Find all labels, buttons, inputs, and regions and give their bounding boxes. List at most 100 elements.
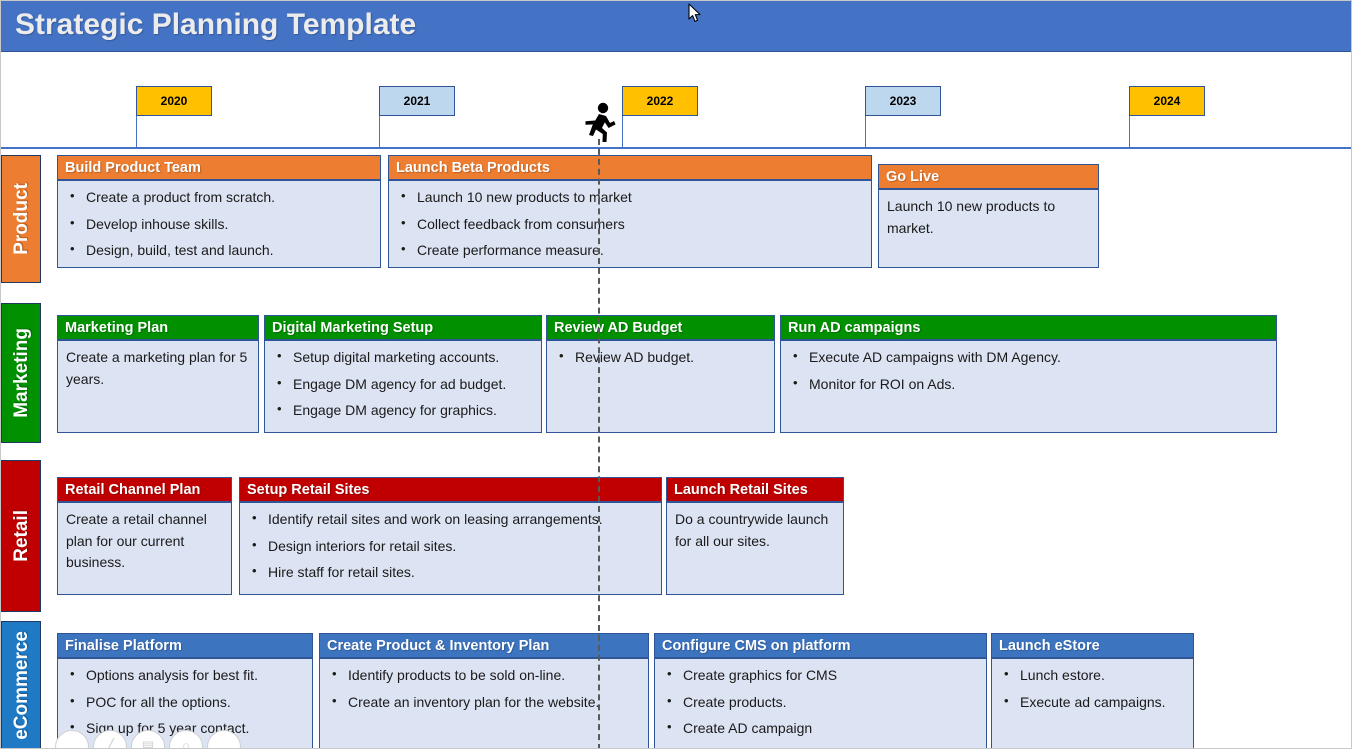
task-bullet-item: Setup digital marketing accounts. xyxy=(277,346,533,369)
task-card-body: Identify retail sites and work on leasin… xyxy=(240,503,661,593)
task-card-title: Launch eStore xyxy=(992,634,1193,659)
task-card-title: Create Product & Inventory Plan xyxy=(320,634,648,659)
task-bullet-item: Design interiors for retail sites. xyxy=(252,535,653,558)
lane-label-text: Retail xyxy=(10,510,32,562)
task-card-body: Create a retail channel plan for our cur… xyxy=(58,503,231,578)
swimlane-retail: Retail Retail Channel Plan Create a retail… xyxy=(1,460,1351,612)
lane-label-ecommerce[interactable]: eCommerce xyxy=(1,621,41,748)
task-card-title: Go Live xyxy=(879,165,1098,190)
task-card-title: Run AD campaigns xyxy=(781,316,1276,341)
task-bullet-item: Identify retail sites and work on leasin… xyxy=(252,508,653,531)
task-bullet-item: Design, build, test and launch. xyxy=(70,239,372,262)
task-card-body: Do a countrywide launch for all our site… xyxy=(667,503,843,556)
task-card[interactable]: Launch Beta Products Launch 10 new produc… xyxy=(388,155,872,268)
task-bullet-item: Collect feedback from consumers xyxy=(401,213,863,236)
task-bullet-list: Execute AD campaigns with DM Agency. Moni… xyxy=(787,346,1268,396)
task-card[interactable]: Run AD campaigns Execute AD campaigns wit… xyxy=(780,315,1277,433)
task-card-title: Build Product Team xyxy=(58,156,380,181)
swimlane-marketing: Marketing Marketing Plan Create a marketin… xyxy=(1,303,1351,443)
task-card-body: Review AD budget. xyxy=(547,341,774,378)
task-card-title: Digital Marketing Setup xyxy=(265,316,541,341)
task-card-title: Configure CMS on platform xyxy=(655,634,986,659)
task-card-body: Create a product from scratch. Develop in… xyxy=(58,181,380,267)
pen-tool-icon-glyph: ╱ xyxy=(106,738,114,749)
task-bullet-item: Lunch estore. xyxy=(1004,664,1185,687)
task-bullet-item: Execute AD campaigns with DM Agency. xyxy=(793,346,1268,369)
task-bullet-item: Create an inventory plan for the website… xyxy=(332,691,640,714)
task-bullet-item: POC for all the options. xyxy=(70,691,304,714)
task-card[interactable]: Create Product & Inventory Plan Identify … xyxy=(319,633,649,748)
task-card-body: Identify products to be sold on-line. Cre… xyxy=(320,659,648,722)
task-bullet-list: Identify retail sites and work on leasin… xyxy=(246,508,653,584)
task-card[interactable]: Marketing Plan Create a marketing plan fo… xyxy=(57,315,259,433)
task-text: Create a marketing plan for 5 years. xyxy=(66,349,248,387)
year-label-2023: 2023 xyxy=(865,86,941,116)
task-card-title: Review AD Budget xyxy=(547,316,774,341)
year-label-2020: 2020 xyxy=(136,86,212,116)
circle-tool-1[interactable] xyxy=(55,730,89,748)
year-stem-2021 xyxy=(379,116,380,149)
task-bullet-item: Engage DM agency for ad budget. xyxy=(277,373,533,396)
task-bullet-item: Create graphics for CMS xyxy=(667,664,978,687)
task-text: Do a countrywide launch for all our site… xyxy=(675,511,829,549)
task-card[interactable]: Review AD Budget Review AD budget. xyxy=(546,315,775,433)
task-bullet-item: Monitor for ROI on Ads. xyxy=(793,373,1268,396)
task-card[interactable]: Retail Channel Plan Create a retail chann… xyxy=(57,477,232,595)
lane-label-text: Product xyxy=(10,183,32,255)
year-label-2024: 2024 xyxy=(1129,86,1205,116)
task-text: Create a retail channel plan for our cur… xyxy=(66,511,207,571)
task-card-title: Launch Beta Products xyxy=(389,156,871,181)
task-bullet-list: Lunch estore. Execute ad campaigns. xyxy=(998,664,1185,714)
timeline-band: 2020 2021 2022 2023 2024 xyxy=(1,52,1351,149)
task-card[interactable]: Configure CMS on platform Create graphics… xyxy=(654,633,987,748)
task-bullet-list: Create a product from scratch. Develop in… xyxy=(64,186,372,262)
task-card-body: Launch 10 new products to market Collect … xyxy=(389,181,871,267)
page-title: Strategic Planning Template xyxy=(15,8,417,41)
task-bullet-list: Create graphics for CMS Create products. C… xyxy=(661,664,978,740)
task-card[interactable]: Setup Retail Sites Identify retail sites … xyxy=(239,477,662,595)
task-bullet-item: Hire staff for retail sites. xyxy=(252,561,653,584)
swimlane-product: Product Build Product Team Create a produc… xyxy=(1,155,1351,283)
task-bullet-item: Develop inhouse skills. xyxy=(70,213,372,236)
eraser-tool-icon-glyph: ○ xyxy=(182,738,190,749)
lane-label-product[interactable]: Product xyxy=(1,155,41,283)
year-stem-2024 xyxy=(1129,116,1130,149)
task-card[interactable]: Digital Marketing Setup Setup digital mar… xyxy=(264,315,542,433)
task-bullet-item: Create performance measure. xyxy=(401,239,863,262)
task-card-title: Finalise Platform xyxy=(58,634,312,659)
task-bullet-list: Setup digital marketing accounts. Engage … xyxy=(271,346,533,422)
task-card[interactable]: Build Product Team Create a product from … xyxy=(57,155,381,268)
task-bullet-list: Launch 10 new products to market Collect … xyxy=(395,186,863,262)
task-card-body: Lunch estore. Execute ad campaigns. xyxy=(992,659,1193,722)
slide-canvas: Strategic Planning Template 2020 2021 2022… xyxy=(0,0,1352,749)
task-card-title: Setup Retail Sites xyxy=(240,478,661,503)
task-bullet-item: Create products. xyxy=(667,691,978,714)
lane-label-retail[interactable]: Retail xyxy=(1,460,41,612)
year-label-2021: 2021 xyxy=(379,86,455,116)
year-label-2022: 2022 xyxy=(622,86,698,116)
circle-tool-5[interactable] xyxy=(207,730,241,748)
year-stem-2020 xyxy=(136,116,137,149)
task-card-body: Create graphics for CMS Create products. C… xyxy=(655,659,986,748)
task-card-body: Execute AD campaigns with DM Agency. Moni… xyxy=(781,341,1276,404)
bottom-toolbar[interactable]: ╱ ▤ ○ xyxy=(55,730,265,749)
task-bullet-item: Engage DM agency for graphics. xyxy=(277,399,533,422)
task-bullet-item: Execute ad campaigns. xyxy=(1004,691,1185,714)
running-man-icon xyxy=(579,101,619,145)
year-stem-2023 xyxy=(865,116,866,149)
task-card[interactable]: Launch eStore Lunch estore. Execute ad cam… xyxy=(991,633,1194,748)
task-card[interactable]: Launch Retail Sites Do a countrywide laun… xyxy=(666,477,844,595)
task-card-body: Create a marketing plan for 5 years. xyxy=(58,341,258,394)
note-tool-icon-glyph: ▤ xyxy=(141,738,155,749)
task-bullet-item: Create a product from scratch. xyxy=(70,186,372,209)
task-card-body: Setup digital marketing accounts. Engage … xyxy=(265,341,541,431)
task-bullet-list: Review AD budget. xyxy=(553,346,766,369)
task-card[interactable]: Go Live Launch 10 new products to market. xyxy=(878,164,1099,268)
task-card-title: Marketing Plan xyxy=(58,316,258,341)
lane-label-text: Marketing xyxy=(10,328,32,418)
lane-label-marketing[interactable]: Marketing xyxy=(1,303,41,443)
task-card-title: Launch Retail Sites xyxy=(667,478,843,503)
task-bullet-item: Launch 10 new products to market xyxy=(401,186,863,209)
lane-label-text: eCommerce xyxy=(10,631,32,740)
year-stem-2022 xyxy=(622,116,623,149)
